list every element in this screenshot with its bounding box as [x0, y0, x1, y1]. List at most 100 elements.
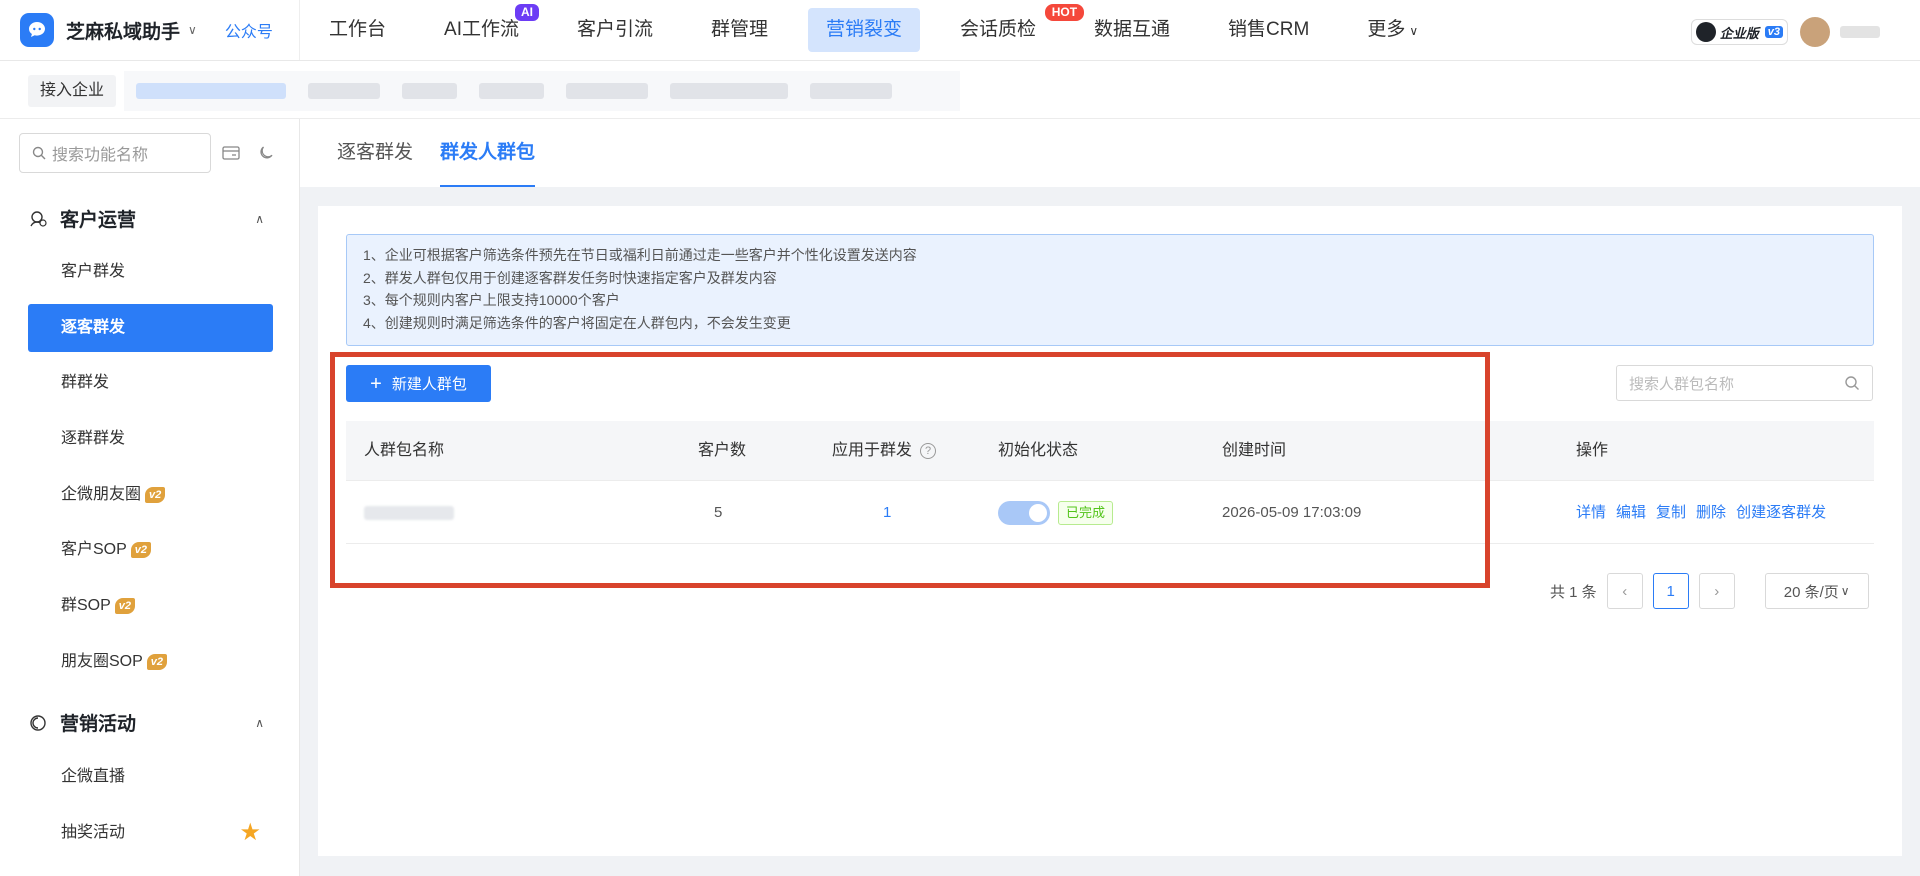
nav-item-customer-acquisition[interactable]: 客户引流 [559, 8, 671, 52]
menu-item-per-group-broadcast[interactable]: 逐群群发 [28, 415, 273, 463]
tab-per-customer-broadcast[interactable]: 逐客群发 [337, 119, 413, 187]
new-button-label: 新建人群包 [391, 376, 467, 393]
notice-line: 1、企业可根据客户筛选条件预先在节日或福利日前通过走一些客户并个性化设置发送内容 [363, 247, 917, 263]
enterprise-bar: 接入企业 [0, 61, 1920, 119]
menu-group-customer-ops[interactable]: 客户运营 ∧ [28, 205, 274, 232]
chevron-down-icon[interactable]: ∨ [188, 23, 197, 37]
plus-icon: + [370, 372, 382, 395]
chevron-up-icon[interactable]: ∧ [255, 212, 264, 226]
v2-badge: v2 [145, 487, 166, 503]
nav-item-label: 更多 [1367, 19, 1406, 40]
menu-item-moments-sop[interactable]: 朋友圈SOP v2 [28, 638, 273, 686]
pagination: 共 1 条 ‹ 1 › 20 条/页 ∨ [1550, 573, 1869, 609]
nav-item-label: 群管理 [710, 19, 768, 40]
main-nav: 工作台 AI工作流 AI 客户引流 群管理 营销裂变 会话质检 HOT 数据互通 销… [300, 0, 1447, 60]
pack-name-redacted [364, 506, 454, 520]
menu-group-marketing-activities[interactable]: 营销活动 ∧ [28, 709, 274, 736]
search-icon [32, 146, 46, 160]
prev-page-button[interactable]: ‹ [1606, 573, 1643, 609]
nav-item-marketing[interactable]: 营销裂变 [808, 8, 921, 52]
menu-item-label: 逐客群发 [61, 319, 126, 336]
star-icon: ★ [239, 819, 261, 846]
created-time: 2026-05-09 17:03:09 [1222, 504, 1362, 521]
delete-link[interactable]: 删除 [1696, 482, 1726, 544]
nav-item-label: 会话质检 [960, 19, 1037, 40]
edit-link[interactable]: 编辑 [1616, 482, 1646, 544]
edition-badge[interactable]: 企业版 v3 [1690, 19, 1788, 45]
nav-item-label: 销售CRM [1228, 19, 1310, 40]
column-header-name: 人群包名称 [364, 442, 445, 459]
official-account-link[interactable]: 公众号 [225, 18, 273, 42]
content-card: 1、企业可根据客户筛选条件预先在节日或福利日前通过走一些客户并个性化设置发送内容… [318, 206, 1902, 856]
enterprise-item[interactable] [402, 83, 457, 99]
nav-item-data-sync[interactable]: 数据互通 [1076, 8, 1188, 52]
menu-group-title: 客户运营 [60, 210, 137, 231]
search-placeholder: 搜索功能名称 [52, 147, 149, 164]
column-header-created: 创建时间 [1222, 442, 1287, 459]
chevron-down-icon: ∨ [1409, 24, 1419, 38]
menu-item-per-customer-broadcast[interactable]: 逐客群发 [28, 304, 273, 352]
nav-item-ai-workflow[interactable]: AI工作流 AI [426, 4, 539, 52]
function-search-input[interactable]: 搜索功能名称 [19, 133, 211, 173]
menu-item-lottery[interactable]: 抽奖活动 ★ [28, 809, 273, 857]
chevron-up-icon[interactable]: ∧ [255, 716, 264, 730]
notice-line: 2、群发人群包仅用于创建逐客群发任务时快速指定客户及群发内容 [363, 269, 777, 286]
search-placeholder: 搜索人群包名称 [1629, 375, 1735, 393]
menu-item-wecom-live[interactable]: 企微直播 [28, 753, 273, 801]
menu-group-title: 营销活动 [60, 714, 137, 735]
username-redacted[interactable] [1840, 26, 1880, 38]
card-icon[interactable] [221, 143, 241, 163]
enterprise-item[interactable] [479, 83, 544, 99]
init-status-toggle[interactable] [998, 501, 1050, 525]
menu-item-wecom-moments[interactable]: 企微朋友圈 v2 [28, 471, 273, 519]
create-broadcast-link[interactable]: 创建逐客群发 [1736, 482, 1826, 544]
enterprise-item[interactable] [566, 83, 648, 99]
enterprise-item[interactable] [136, 83, 286, 99]
detail-link[interactable]: 详情 [1576, 482, 1606, 544]
new-audience-pack-button[interactable]: + 新建人群包 [346, 365, 491, 402]
enterprise-item[interactable] [308, 83, 380, 99]
brand-area[interactable]: 芝麻私域助手 ∨ 公众号 [0, 0, 300, 60]
column-header-customers: 客户数 [698, 442, 747, 459]
menu-item-customer-sop[interactable]: 客户SOP v2 [28, 526, 273, 574]
search-icon[interactable] [1844, 375, 1860, 391]
edition-logo-icon [1695, 22, 1716, 42]
enterprise-item[interactable] [810, 83, 892, 99]
nav-item-sales-crm[interactable]: 销售CRM [1210, 8, 1327, 52]
tab-audience-packs[interactable]: 群发人群包 [440, 119, 536, 187]
customer-count: 5 [714, 504, 723, 521]
page-size-select[interactable]: 20 条/页 ∨ [1764, 573, 1869, 609]
menu-item-label: 企微朋友圈 [61, 486, 142, 503]
table-header: 人群包名称 客户数 应用于群发 ? 初始化状态 创建时间 操作 [346, 421, 1874, 481]
menu-item-label: 朋友圈SOP [61, 653, 143, 670]
avatar[interactable] [1800, 17, 1830, 47]
top-navigation-bar: 芝麻私域助手 ∨ 公众号 工作台 AI工作流 AI 客户引流 群管理 营销裂变 会… [0, 0, 1920, 61]
nav-item-workbench[interactable]: 工作台 [311, 8, 404, 52]
copy-link[interactable]: 复制 [1656, 482, 1686, 544]
moon-icon[interactable] [256, 143, 276, 163]
page-number[interactable]: 1 [1652, 573, 1689, 609]
nav-item-session-qc[interactable]: 会话质检 HOT [942, 4, 1085, 52]
column-header-applied: 应用于群发 ? [832, 421, 937, 481]
next-page-button[interactable]: › [1698, 573, 1735, 609]
menu-item-label: 企微直播 [61, 768, 126, 785]
menu-item-label: 抽奖活动 [61, 824, 126, 841]
menu-item-customer-broadcast[interactable]: 客户群发 [28, 248, 273, 296]
connect-enterprise-button[interactable]: 接入企业 [28, 75, 117, 107]
audience-pack-search-input[interactable]: 搜索人群包名称 [1616, 365, 1873, 401]
menu-item-group-sop[interactable]: 群SOP v2 [28, 582, 273, 630]
nav-item-label: 工作台 [329, 19, 387, 40]
nav-item-group-management[interactable]: 群管理 [693, 8, 786, 52]
enterprise-item[interactable] [670, 83, 788, 99]
applied-count-link[interactable]: 1 [883, 482, 891, 544]
help-icon[interactable]: ? [920, 443, 937, 459]
edition-version: v3 [1764, 26, 1783, 38]
menu-item-group-broadcast[interactable]: 群群发 [28, 359, 273, 407]
nav-item-label: 数据互通 [1094, 19, 1171, 40]
v2-badge: v2 [114, 598, 136, 614]
enterprise-list-redacted [124, 71, 960, 111]
nav-item-more[interactable]: 更多 ∨ [1349, 8, 1436, 52]
marketing-activities-icon [30, 714, 46, 731]
menu-item-label: 群SOP [61, 597, 111, 614]
sidebar: 搜索功能名称 客户运营 ∧ 客户群发 逐客群发 群群发 逐群群发 企微朋友圈 v2… [0, 119, 300, 876]
